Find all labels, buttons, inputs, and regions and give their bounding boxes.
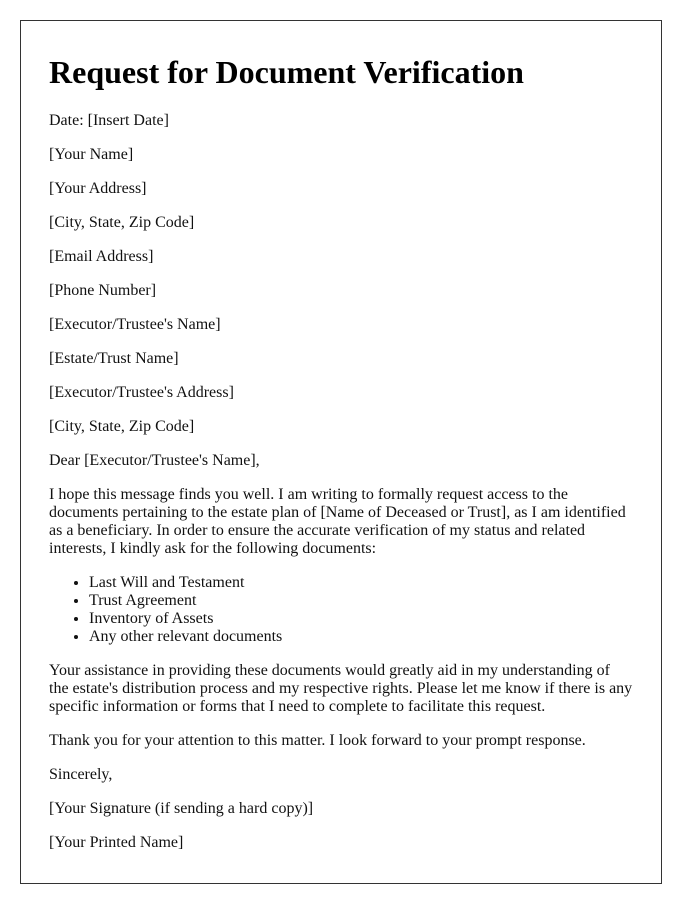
list-item: Last Will and Testament — [89, 574, 633, 592]
sender-city-state-zip: [City, State, Zip Code] — [49, 214, 195, 231]
thanks-paragraph: Thank you for your attention to this mat… — [49, 732, 586, 749]
list-item: Any other relevant documents — [89, 628, 633, 646]
printed-name-line: [Your Printed Name] — [49, 834, 184, 851]
sender-address: [Your Address] — [49, 180, 147, 197]
list-item: Trust Agreement — [89, 592, 633, 610]
list-item: Inventory of Assets — [89, 610, 633, 628]
salutation: Dear [Executor/Trustee's Name], — [49, 452, 260, 469]
requested-documents-list: Last Will and Testament Trust Agreement … — [49, 574, 633, 646]
signature-line: [Your Signature (if sending a hard copy)… — [49, 800, 314, 817]
sender-name: [Your Name] — [49, 146, 134, 163]
letter-container: Request for Document Verification Date: … — [20, 20, 662, 884]
letter-title: Request for Document Verification — [49, 54, 524, 90]
recipient-address: [Executor/Trustee's Address] — [49, 384, 234, 401]
sender-phone: [Phone Number] — [49, 282, 157, 299]
recipient-name: [Executor/Trustee's Name] — [49, 316, 221, 333]
closing: Sincerely, — [49, 766, 113, 783]
assistance-paragraph: Your assistance in providing these docum… — [49, 662, 633, 715]
sender-email: [Email Address] — [49, 248, 154, 265]
date-line: Date: [Insert Date] — [49, 112, 169, 129]
estate-trust-name: [Estate/Trust Name] — [49, 350, 179, 367]
recipient-city-state-zip: [City, State, Zip Code] — [49, 418, 195, 435]
intro-paragraph: I hope this message finds you well. I am… — [49, 486, 626, 557]
